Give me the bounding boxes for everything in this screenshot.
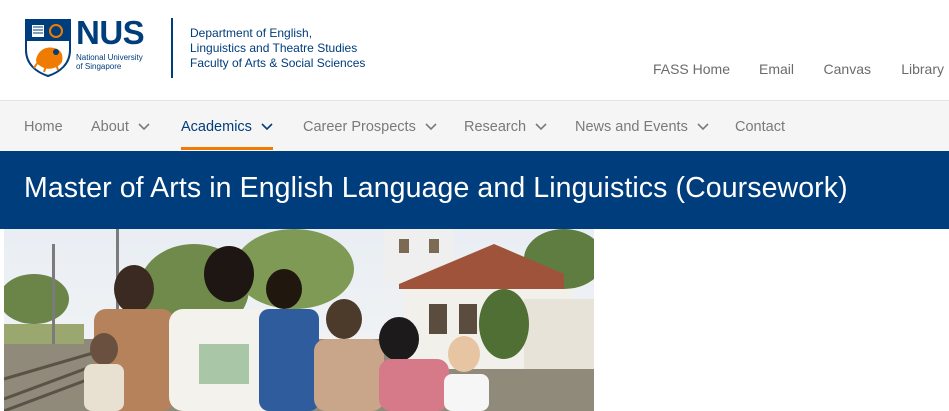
utility-link-canvas[interactable]: Canvas <box>824 61 871 77</box>
nus-wordmark: NUS <box>76 14 145 51</box>
nav-item-label: Contact <box>735 118 785 135</box>
nav-item-label: Career Prospects <box>303 118 416 135</box>
nav-item-label: Home <box>24 118 63 135</box>
utility-link-library[interactable]: Library <box>901 61 944 77</box>
main-nav: Home About Academics Career Prospects Re… <box>0 100 949 151</box>
nav-item-about[interactable]: About <box>91 101 150 152</box>
nav-item-label: Research <box>464 118 527 135</box>
nav-active-indicator <box>181 147 273 150</box>
hero-photo <box>4 229 594 411</box>
nus-sub-line2: of Singapore <box>76 62 122 71</box>
chevron-down-icon <box>697 122 709 130</box>
nav-item-career-prospects[interactable]: Career Prospects <box>303 101 437 152</box>
chevron-down-icon <box>535 122 547 130</box>
nus-crest-icon <box>25 19 71 78</box>
chevron-down-icon <box>261 122 273 130</box>
department-line2: Linguistics and Theatre Studies <box>190 41 358 55</box>
nav-item-contact[interactable]: Contact <box>735 101 785 152</box>
utility-link-fass-home[interactable]: FASS Home <box>653 61 730 77</box>
chevron-down-icon <box>425 122 437 130</box>
utility-link-email[interactable]: Email <box>759 61 794 77</box>
page-title-banner: Master of Arts in English Language and L… <box>0 151 949 229</box>
nav-item-home[interactable]: Home <box>24 101 63 152</box>
department-name[interactable]: Department of English, Linguistics and T… <box>190 26 365 71</box>
nus-wordmark-block: NUS National University of Singapore <box>76 14 145 71</box>
nus-sub-line1: National University <box>76 53 143 62</box>
hero-photo-illustration <box>4 229 594 411</box>
chevron-down-icon <box>138 122 150 130</box>
nav-item-research[interactable]: Research <box>464 101 547 152</box>
nav-item-academics[interactable]: Academics <box>181 101 273 152</box>
nav-item-label: Academics <box>181 118 252 135</box>
page-title: Master of Arts in English Language and L… <box>24 172 848 204</box>
nus-logo[interactable]: NUS National University of Singapore <box>24 14 145 78</box>
site-header: NUS National University of Singapore Dep… <box>0 0 949 100</box>
department-line3: Faculty of Arts & Social Sciences <box>190 56 366 70</box>
nav-item-news-and-events[interactable]: News and Events <box>575 101 709 152</box>
nav-item-label: About <box>91 118 129 135</box>
department-line1: Department of English, <box>190 26 313 40</box>
logo-divider <box>171 18 173 78</box>
nav-item-label: News and Events <box>575 118 688 135</box>
